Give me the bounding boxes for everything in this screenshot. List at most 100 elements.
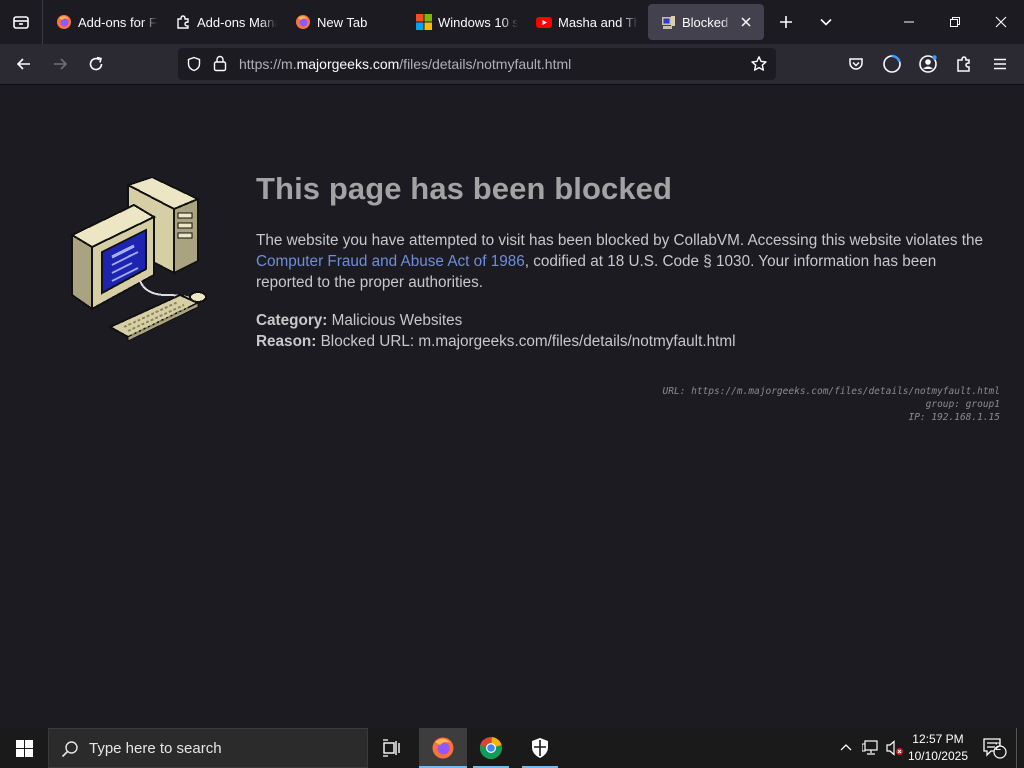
firefox-view-button[interactable] — [8, 8, 34, 36]
tab-separator — [42, 0, 43, 44]
tab-new-tab[interactable]: New Tab — [283, 4, 397, 40]
network-button[interactable] — [860, 728, 882, 768]
reload-button[interactable] — [82, 50, 110, 78]
firefox-icon — [56, 14, 72, 30]
windows-taskbar: Type here to search 12:57 PM 10/10/2025 … — [0, 728, 1024, 768]
back-button[interactable] — [10, 50, 38, 78]
computer-illustration — [70, 177, 207, 342]
taskbar-clock[interactable]: 12:57 PM 10/10/2025 — [908, 731, 968, 765]
bookmark-star-icon[interactable] — [750, 55, 768, 78]
volume-muted-icon — [886, 740, 903, 756]
search-icon — [61, 740, 79, 763]
puzzle-icon — [175, 14, 191, 30]
chevron-up-icon — [840, 744, 852, 751]
volume-button[interactable] — [884, 728, 906, 768]
page-title: This page has been blocked — [256, 171, 673, 206]
reason-label: Reason: — [256, 333, 317, 350]
windows-logo-icon — [416, 14, 432, 30]
minimize-button[interactable] — [886, 0, 932, 44]
tab-masha-and-the-bear[interactable]: Masha and The Bear — [524, 4, 638, 40]
tab-strip: Add-ons for Firefox Add-ons Manager New … — [0, 0, 1024, 44]
youtube-icon — [536, 14, 552, 30]
account-icon — [919, 55, 937, 73]
lock-icon[interactable] — [213, 55, 227, 77]
firefox-icon — [295, 14, 311, 30]
restore-icon — [950, 17, 960, 27]
shield-icon — [532, 738, 548, 758]
diag-ip: IP: 192.168.1.15 — [908, 412, 1000, 423]
category-label: Category: — [256, 312, 328, 329]
extensions-button[interactable] — [950, 50, 978, 78]
pocket-icon — [849, 58, 863, 70]
restore-button[interactable] — [932, 0, 978, 44]
plus-icon — [780, 16, 792, 28]
minimize-icon — [904, 21, 914, 23]
tracking-protection-shield-icon[interactable] — [186, 56, 202, 77]
show-hidden-icons-button[interactable] — [836, 728, 856, 768]
hamburger-menu-icon — [994, 58, 1006, 70]
blocked-explanation: The website you have attempted to visit … — [256, 230, 996, 293]
tab-windows-10[interactable]: Windows 10 support — [404, 4, 518, 40]
collabvm-icon — [660, 14, 676, 30]
close-window-button[interactable] — [978, 0, 1024, 44]
reason-row: Reason: Blocked URL: m.majorgeeks.com/fi… — [256, 331, 735, 352]
taskbar-search-box[interactable]: Type here to search — [48, 728, 368, 768]
action-center-button[interactable]: 2 — [978, 728, 1010, 768]
network-icon — [862, 740, 878, 755]
account-button[interactable] — [914, 50, 942, 78]
taskbar-chrome[interactable] — [469, 728, 513, 768]
show-desktop-divider — [1016, 728, 1017, 768]
close-tab-icon[interactable] — [736, 12, 756, 32]
category-value: Malicious Websites — [331, 312, 463, 329]
explanation-text-start: The website you have attempted to visit … — [256, 232, 983, 249]
diag-url: URL: https://m.majorgeeks.com/files/deta… — [662, 386, 1000, 397]
close-icon — [995, 16, 1007, 28]
reload-icon — [89, 56, 103, 71]
task-view-icon — [383, 739, 400, 757]
task-view-button[interactable] — [370, 728, 414, 768]
tab-title: Add-ons Manager — [197, 14, 277, 30]
url-path: /files/details/notmyfault.html — [399, 56, 572, 72]
clock-time: 12:57 PM — [912, 732, 964, 746]
search-placeholder: Type here to search — [89, 740, 222, 757]
application-menu-button[interactable] — [986, 50, 1014, 78]
pocket-button[interactable] — [842, 50, 870, 78]
tab-addons-for-firefox[interactable]: Add-ons for Firefox — [44, 4, 158, 40]
block-details: Category: Malicious Websites Reason: Blo… — [256, 310, 735, 352]
tab-title: Add-ons for Firefox — [78, 14, 158, 30]
tab-title: New Tab — [317, 14, 368, 30]
page-content: This page has been blocked The website y… — [0, 85, 1024, 728]
taskbar-security[interactable] — [518, 728, 562, 768]
download-progress-icon — [883, 54, 901, 73]
tab-addons-manager[interactable]: Add-ons Manager — [163, 4, 277, 40]
diag-group: group: group1 — [925, 399, 1000, 410]
cfaa-link[interactable]: Computer Fraud and Abuse Act of 1986 — [256, 253, 525, 270]
tab-title: Windows 10 support — [438, 14, 518, 30]
notification-count-badge: 2 — [994, 741, 1002, 753]
puzzle-icon — [957, 56, 970, 72]
tab-blocked[interactable]: Blocked — [648, 4, 764, 40]
url-prefix: m. — [281, 56, 297, 72]
list-all-tabs-button[interactable] — [812, 8, 840, 36]
firefox-icon — [432, 737, 454, 759]
new-tab-button[interactable] — [772, 8, 800, 36]
url-host: majorgeeks.com — [296, 56, 400, 72]
downloads-button[interactable] — [878, 50, 906, 78]
category-row: Category: Malicious Websites — [256, 310, 735, 331]
tab-title: Masha and The Bear — [558, 14, 638, 30]
clock-date: 10/10/2025 — [907, 749, 968, 763]
forward-arrow-icon — [54, 58, 68, 70]
url-scheme: https:// — [239, 56, 282, 72]
taskbar-firefox[interactable] — [419, 728, 467, 768]
back-arrow-icon — [16, 58, 30, 70]
tab-title: Blocked — [682, 14, 729, 30]
windows-start-icon — [15, 739, 33, 757]
url-text[interactable]: https://m.majorgeeks.com/files/details/n… — [239, 56, 571, 72]
forward-button[interactable] — [46, 50, 74, 78]
chrome-icon — [479, 737, 502, 760]
diagnostic-info: URL: https://m.majorgeeks.com/files/deta… — [663, 385, 1000, 424]
address-bar[interactable]: https://m.majorgeeks.com/files/details/n… — [178, 48, 776, 80]
start-button[interactable] — [0, 728, 48, 768]
chevron-down-icon — [820, 18, 832, 26]
navigation-toolbar: https://m.majorgeeks.com/files/details/n… — [0, 44, 1024, 85]
